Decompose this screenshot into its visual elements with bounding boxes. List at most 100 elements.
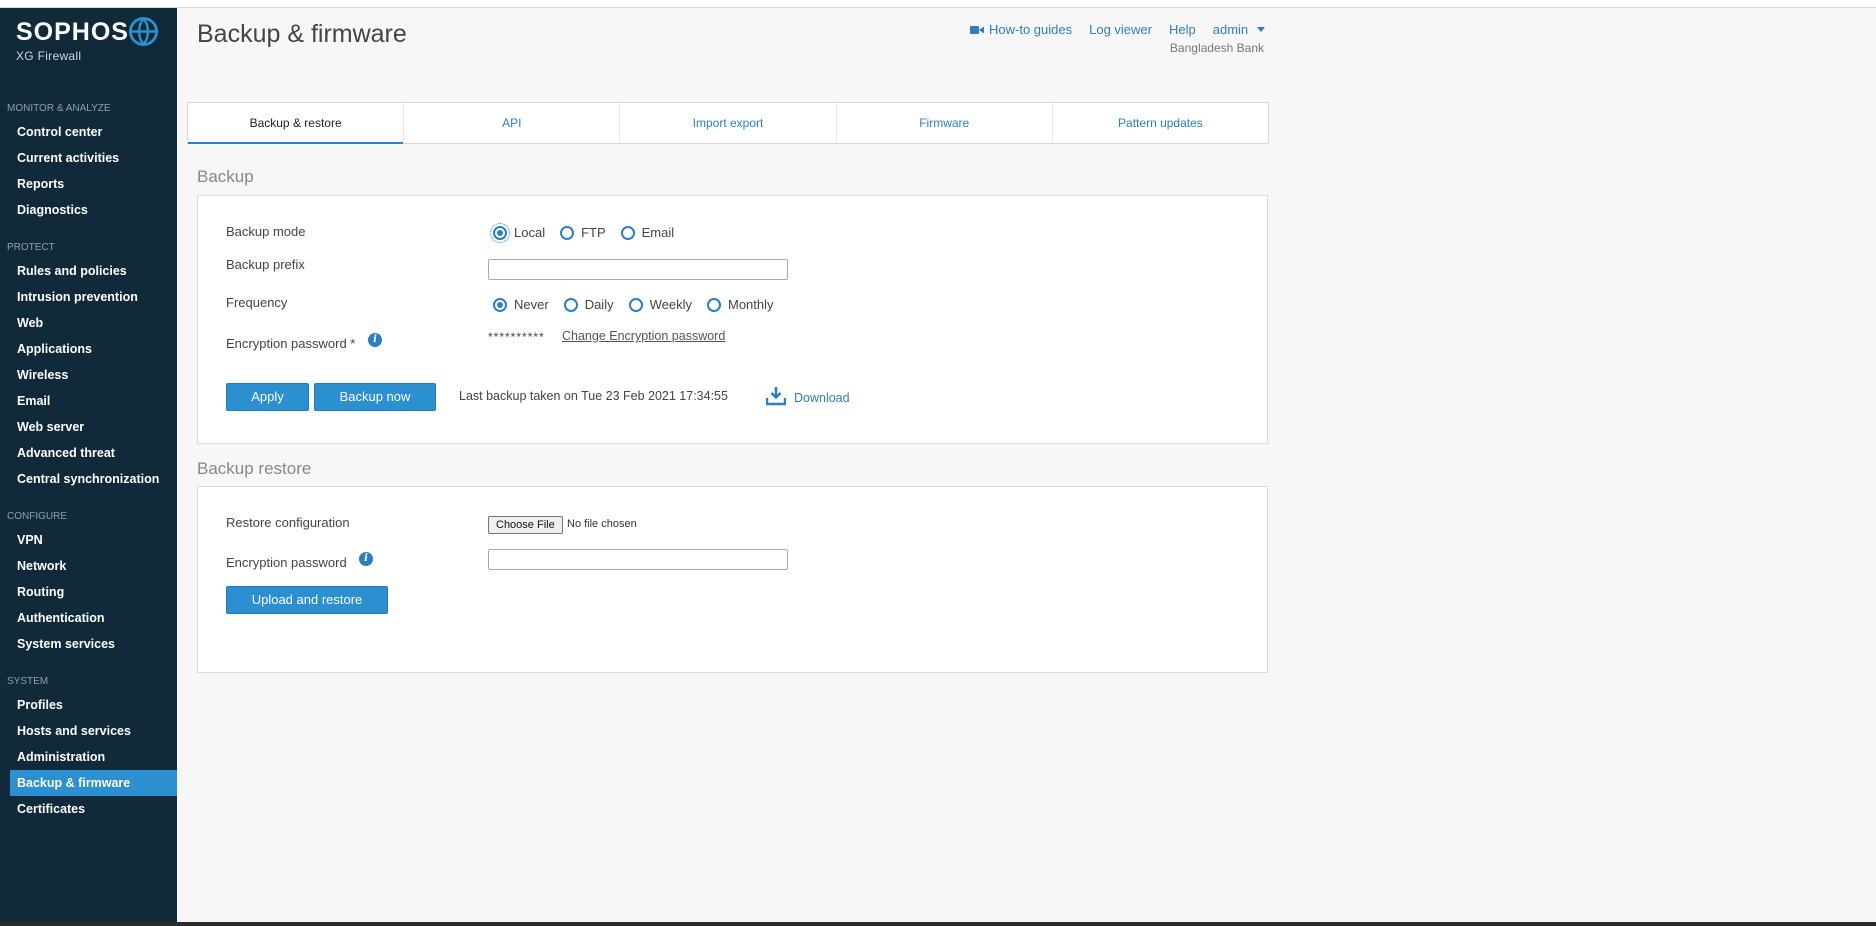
backup-panel: Backup mode Local FTP Email Backup prefix … — [197, 195, 1268, 444]
frequency-option-weekly[interactable]: Weekly — [628, 297, 692, 312]
restore-encryption-password-input[interactable] — [488, 549, 788, 570]
backup-prefix-label: Backup prefix — [226, 257, 305, 272]
nav-section-title: SYSTEM — [7, 676, 49, 687]
backup-section-title: Backup — [197, 167, 254, 186]
restore-configuration-label: Restore configuration — [226, 515, 350, 530]
user-name: admin — [1212, 22, 1249, 37]
sidebar-item-system-services[interactable]: System services — [0, 631, 177, 657]
user-menu[interactable]: admin — [1212, 22, 1266, 37]
encryption-password-label: Encryption password * — [226, 336, 356, 351]
sidebar-item-email[interactable]: Email — [0, 388, 177, 414]
sidebar-item-advanced-threat[interactable]: Advanced threat — [0, 440, 177, 466]
tab-api[interactable]: API — [404, 103, 621, 143]
info-icon[interactable]: i — [359, 552, 373, 566]
frequency-option-daily[interactable]: Daily — [563, 297, 614, 312]
backup-mode-radio-local[interactable] — [490, 222, 510, 243]
info-icon[interactable]: i — [368, 333, 382, 347]
brand-name: SOPHOS — [16, 18, 129, 46]
apply-button[interactable]: Apply — [226, 383, 309, 411]
tab-pattern-updates[interactable]: Pattern updates — [1053, 103, 1268, 143]
header-links: How-to guides Log viewer Help admin — [970, 22, 1266, 37]
sidebar-item-administration[interactable]: Administration — [0, 744, 177, 770]
restore-panel: Restore configuration Choose File No fil… — [197, 486, 1268, 673]
tab-import-export[interactable]: Import export — [620, 103, 837, 143]
bottom-strip — [0, 922, 1876, 926]
last-backup-text: Last backup taken on Tue 23 Feb 2021 17:… — [459, 389, 728, 403]
frequency-label-monthly: Monthly — [727, 297, 774, 312]
download-icon[interactable] — [766, 386, 786, 406]
change-encryption-password-link[interactable]: Change Encryption password — [562, 329, 725, 343]
logo: SOPHOS XG Firewall — [16, 18, 129, 64]
sidebar-item-wireless[interactable]: Wireless — [0, 362, 177, 388]
backup-mode-label-email: Email — [641, 225, 675, 240]
file-status: No file chosen — [567, 518, 637, 530]
sidebar-item-web[interactable]: Web — [0, 310, 177, 336]
backup-mode-option-ftp[interactable]: FTP — [560, 225, 606, 240]
video-camera-icon — [970, 25, 984, 34]
browser-top-strip — [0, 0, 1876, 8]
restore-encryption-password-label: Encryption password — [226, 555, 347, 570]
backup-mode-option-local[interactable]: Local — [490, 222, 546, 243]
frequency-radio-never[interactable] — [493, 297, 507, 312]
frequency-label: Frequency — [226, 295, 288, 310]
sidebar-item-intrusion-prevention[interactable]: Intrusion prevention — [0, 284, 177, 310]
backup-mode-option-email[interactable]: Email — [620, 225, 675, 240]
sidebar-item-authentication[interactable]: Authentication — [0, 605, 177, 631]
nav-gap — [0, 657, 177, 671]
sidebar-item-certificates[interactable]: Certificates — [0, 796, 177, 822]
tab-firmware[interactable]: Firmware — [837, 103, 1053, 143]
choose-file-button[interactable]: Choose File — [488, 516, 563, 534]
sidebar-nav: MONITOR & ANALYZE Control center Current a… — [0, 98, 177, 822]
log-viewer-link[interactable]: Log viewer — [1089, 22, 1152, 37]
sidebar-item-reports[interactable]: Reports — [0, 171, 177, 197]
nav-section-title: CONFIGURE — [7, 511, 67, 522]
backup-mode-radio-email[interactable] — [620, 225, 635, 240]
backup-mode-radio-ftp[interactable] — [560, 225, 575, 240]
tab-backup-restore[interactable]: Backup & restore — [188, 103, 405, 144]
sidebar-item-rules-and-policies[interactable]: Rules and policies — [0, 258, 177, 284]
organization-name: Bangladesh Bank — [1169, 41, 1264, 55]
sidebar-item-current-activities[interactable]: Current activities — [0, 145, 177, 171]
restore-section-title: Backup restore — [197, 459, 312, 478]
backup-mode-label: Backup mode — [226, 224, 306, 239]
nav-gap — [0, 492, 177, 506]
backup-mode-label-ftp: FTP — [581, 225, 606, 240]
sidebar-item-web-server[interactable]: Web server — [0, 414, 177, 440]
sidebar-item-backup-firmware[interactable]: Backup & firmware — [10, 770, 177, 796]
nav-section-title: PROTECT — [7, 242, 55, 253]
frequency-option-never[interactable]: Never — [493, 297, 549, 312]
sidebar-item-central-synchronization[interactable]: Central synchronization — [0, 466, 177, 492]
globe-logo-icon — [128, 16, 159, 47]
howto-guides-label: How-to guides — [989, 22, 1073, 37]
backup-now-button[interactable]: Backup now — [314, 383, 436, 411]
sidebar-item-hosts-and-services[interactable]: Hosts and services — [0, 718, 177, 744]
backup-prefix-input[interactable] — [488, 259, 788, 280]
page-title: Backup & firmware — [197, 20, 407, 48]
sidebar-item-routing[interactable]: Routing — [0, 579, 177, 605]
frequency-label-weekly: Weekly — [649, 297, 692, 312]
sidebar-item-network[interactable]: Network — [0, 553, 177, 579]
frequency-radio-weekly[interactable] — [628, 297, 643, 312]
chevron-down-icon — [1257, 27, 1266, 32]
sidebar-item-applications[interactable]: Applications — [0, 336, 177, 362]
frequency-radios: Never Daily Weekly Monthly — [493, 297, 789, 312]
frequency-radio-monthly[interactable] — [706, 297, 721, 312]
upload-and-restore-button[interactable]: Upload and restore — [226, 586, 388, 614]
sidebar-item-diagnostics[interactable]: Diagnostics — [0, 197, 177, 223]
encryption-password-masked: ********** — [488, 330, 545, 344]
backup-mode-radios: Local FTP Email — [490, 222, 689, 243]
help-link[interactable]: Help — [1169, 22, 1196, 37]
howto-guides-link[interactable]: How-to guides — [970, 22, 1072, 37]
sidebar-item-profiles[interactable]: Profiles — [0, 692, 177, 718]
nav-section-title: MONITOR & ANALYZE — [7, 103, 111, 114]
download-link[interactable]: Download — [794, 391, 850, 405]
backup-mode-label-local: Local — [514, 225, 546, 240]
sidebar-item-control-center[interactable]: Control center — [0, 119, 177, 145]
frequency-radio-daily[interactable] — [563, 297, 578, 312]
product-name: XG Firewall — [16, 49, 82, 63]
sidebar-item-vpn[interactable]: VPN — [0, 527, 177, 553]
tab-bar: Backup & restore API Import export Firmware… — [187, 102, 1269, 144]
nav-gap — [0, 223, 177, 237]
frequency-option-monthly[interactable]: Monthly — [706, 297, 774, 312]
frequency-label-daily: Daily — [584, 297, 614, 312]
